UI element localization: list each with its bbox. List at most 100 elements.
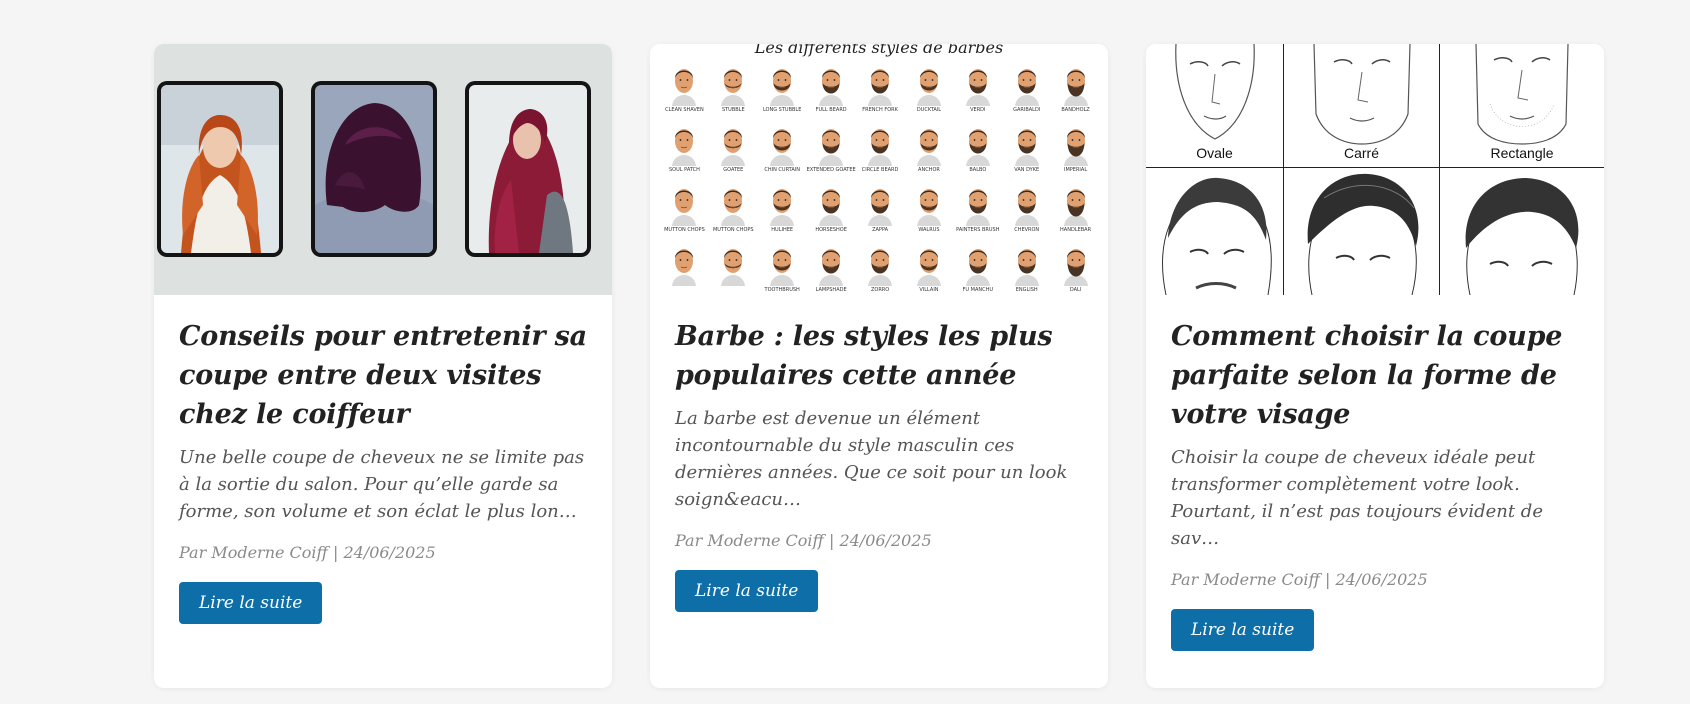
man-face-icon xyxy=(819,249,844,286)
beard-style-item: CHIN CURTAIN xyxy=(758,124,807,178)
beard-style-label: HORSESHOE xyxy=(815,227,847,233)
man-face-icon xyxy=(965,189,990,226)
man-face-icon xyxy=(721,249,746,286)
beard-chart-title: Les différents styles de barbes xyxy=(754,44,1004,57)
man-face-icon xyxy=(672,249,697,286)
article-body: Comment choisir la coupe parfaite selon … xyxy=(1146,295,1604,651)
face-sketch-hairstyle xyxy=(1284,168,1440,295)
beard-style-item: CLEAN SHAVEN xyxy=(660,64,709,118)
beard-style-label: CHIN CURTAIN xyxy=(764,167,800,173)
man-face-icon xyxy=(770,249,795,286)
article-meta: Par Moderne Coiff | 24/06/2025 xyxy=(675,531,932,550)
face-shape-square: Carré xyxy=(1284,44,1440,168)
beard-style-label: VERDI xyxy=(970,107,986,113)
phone-photo-burgundy-hair xyxy=(465,81,591,257)
beard-style-item: FU MANCHU xyxy=(953,244,1002,295)
face-shape-label: Ovale xyxy=(1196,145,1233,161)
man-face-icon xyxy=(1014,129,1039,166)
beard-style-label: STUBBLE xyxy=(721,107,745,113)
beard-style-item xyxy=(709,244,758,295)
man-face-icon xyxy=(868,189,893,226)
man-face-icon xyxy=(1014,69,1039,106)
beard-style-item: ZORRO xyxy=(856,244,905,295)
man-face-icon xyxy=(721,189,746,226)
beard-style-item: IMPERIAL xyxy=(1051,124,1100,178)
beard-style-item: FULL BEARD xyxy=(807,64,856,118)
man-face-icon xyxy=(868,249,893,286)
beard-style-item: SOUL PATCH xyxy=(660,124,709,178)
article-grid: Conseils pour entretenir sa coupe entre … xyxy=(154,44,1604,688)
beard-style-label: PAINTERS BRUSH xyxy=(956,227,1000,233)
article-title[interactable]: Barbe : les styles les plus populaires c… xyxy=(675,317,1083,395)
man-face-icon xyxy=(721,69,746,106)
beard-style-item: CHEVRON xyxy=(1002,184,1051,238)
beard-style-item: MUTTON CHOPS xyxy=(660,184,709,238)
beard-style-item: VILLAIN xyxy=(905,244,954,295)
beard-style-item: ENGLISH xyxy=(1002,244,1051,295)
article-title[interactable]: Conseils pour entretenir sa coupe entre … xyxy=(179,317,587,434)
beard-style-label: ZORRO xyxy=(870,287,890,293)
beard-style-label: ZAPPA xyxy=(872,227,889,233)
beard-style-label: ENGLISH xyxy=(1015,287,1038,293)
article-excerpt: Choisir la coupe de cheveux idéale peut … xyxy=(1171,447,1543,549)
man-face-icon xyxy=(916,189,941,226)
phone-photo-red-hair xyxy=(157,81,283,257)
beard-style-item: HANDLEBAR xyxy=(1051,184,1100,238)
beard-style-item: HORSESHOE xyxy=(807,184,856,238)
face-sketch-hairstyle xyxy=(1440,168,1604,295)
read-more-button[interactable]: Lire la suite xyxy=(675,570,819,612)
man-face-icon xyxy=(770,129,795,166)
face-shape-oval: Ovale xyxy=(1146,44,1284,168)
article-excerpt: Une belle coupe de cheveux ne se limite … xyxy=(179,447,585,522)
article-body: Barbe : les styles les plus populaires c… xyxy=(650,295,1108,612)
man-face-icon xyxy=(770,189,795,226)
man-face-icon xyxy=(868,69,893,106)
beard-style-item: HULIHEE xyxy=(758,184,807,238)
beard-style-item: PAINTERS BRUSH xyxy=(953,184,1002,238)
face-sketch-hairstyle xyxy=(1146,168,1284,295)
man-face-icon xyxy=(916,69,941,106)
beard-style-label: ANCHOR xyxy=(918,167,940,173)
beard-style-item: VAN DYKE xyxy=(1002,124,1051,178)
article-thumbnail-face-shapes[interactable]: Ovale Carré Rectangle xyxy=(1146,44,1604,295)
article-thumbnail-beard-styles[interactable]: Les différents styles de barbes CLEAN SH… xyxy=(650,44,1108,295)
article-card: Conseils pour entretenir sa coupe entre … xyxy=(154,44,612,688)
beard-style-label: BALBO xyxy=(969,167,987,173)
man-face-icon xyxy=(1014,189,1039,226)
article-card: Les différents styles de barbes CLEAN SH… xyxy=(650,44,1108,688)
beard-style-item: LONG STUBBLE xyxy=(758,64,807,118)
beard-style-item: LAMPSHADE xyxy=(807,244,856,295)
beard-style-label: FRENCH FORK xyxy=(862,107,898,113)
beard-style-grid: CLEAN SHAVEN STUBBLE LONG STUBBLE FULL BEAR… xyxy=(660,64,1100,295)
beard-style-item: WALRUS xyxy=(905,184,954,238)
beard-style-label: IMPERIAL xyxy=(1064,167,1088,173)
beard-style-label: LONG STUBBLE xyxy=(762,107,802,113)
beard-style-item: CIRCLE BEARD xyxy=(856,124,905,178)
beard-style-item: DUCKTAIL xyxy=(905,64,954,118)
beard-style-label: HULIHEE xyxy=(771,227,794,233)
man-face-icon xyxy=(819,129,844,166)
man-face-icon xyxy=(1063,69,1088,106)
beard-style-label: VAN DYKE xyxy=(1014,167,1040,173)
beard-style-label: EXTENDED GOATEE xyxy=(806,167,856,173)
man-face-icon xyxy=(916,129,941,166)
beard-style-label: LAMPSHADE xyxy=(815,287,847,293)
read-more-button[interactable]: Lire la suite xyxy=(1171,609,1315,651)
beard-style-item: ZAPPA xyxy=(856,184,905,238)
article-excerpt: La barbe est devenue un élément incontou… xyxy=(675,408,1068,510)
read-more-button[interactable]: Lire la suite xyxy=(179,582,323,624)
face-shape-label: Rectangle xyxy=(1490,145,1554,161)
beard-style-label: VILLAIN xyxy=(919,287,939,293)
phone-photo-plum-hair xyxy=(311,81,437,257)
article-thumbnail-hair-care[interactable] xyxy=(154,44,612,295)
article-title[interactable]: Comment choisir la coupe parfaite selon … xyxy=(1171,317,1579,434)
beard-style-label: GARIBALDI xyxy=(1013,107,1041,113)
man-face-icon xyxy=(819,69,844,106)
man-face-icon xyxy=(1063,129,1088,166)
beard-style-label: GOATEE xyxy=(723,167,744,173)
beard-style-label: DUCKTAIL xyxy=(916,107,942,113)
man-face-icon xyxy=(965,249,990,286)
beard-style-label: FU MANCHU xyxy=(962,287,994,293)
beard-style-label: CLEAN SHAVEN xyxy=(665,107,704,113)
man-face-icon xyxy=(965,129,990,166)
